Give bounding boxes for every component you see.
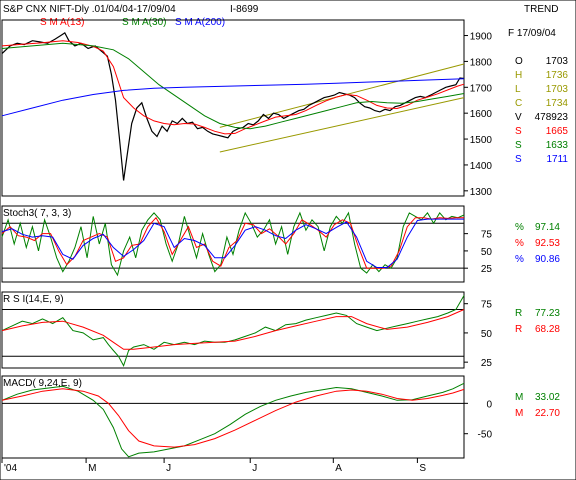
ohlc-label: H xyxy=(515,70,522,81)
rsi-ytick-label: 50 xyxy=(481,329,493,340)
stochastic-reading-value: 97.14 xyxy=(535,222,560,233)
ohlc-label: O xyxy=(515,56,523,67)
ohlc-label: S xyxy=(515,126,522,137)
x-axis-label: M xyxy=(88,463,96,474)
rsi-reading-value: 68.28 xyxy=(535,324,560,335)
legend-entry: S M A(200) xyxy=(175,17,225,28)
stochastic-reading-label: % xyxy=(515,222,524,233)
x-axis-label: A xyxy=(335,463,342,474)
ohlc-label: S xyxy=(515,140,522,151)
x-axis-label: J xyxy=(252,463,257,474)
stochastic-ytick-label: 25 xyxy=(481,264,493,275)
ohlc-value: 1703 xyxy=(546,84,569,95)
ohlc-value: 1703 xyxy=(546,56,569,67)
macd-ytick-label: 0 xyxy=(486,399,492,410)
price-ytick-label: 1300 xyxy=(470,187,493,198)
ohlc-label: V xyxy=(515,112,522,123)
ohlc-value: 1734 xyxy=(546,98,569,109)
date-label: F 17/09/04 xyxy=(508,28,556,39)
stochastic-reading-label: % xyxy=(515,238,524,249)
trading-chart: S&P CNX NIFT-Dly .01/04/04-17/09/04 I-86… xyxy=(0,0,576,480)
rsi-reading-label: R xyxy=(515,308,522,319)
price-ytick-label: 1900 xyxy=(470,32,493,43)
x-axis-label: J xyxy=(166,463,171,474)
macd-ytick-label: -50 xyxy=(478,430,493,441)
rsi-ytick-label: 25 xyxy=(481,358,493,369)
ohlc-label: L xyxy=(515,84,521,95)
stochastic-ytick-label: 50 xyxy=(481,247,493,258)
price-ytick-label: 1600 xyxy=(470,109,493,120)
x-axis-label: '04 xyxy=(4,463,17,474)
macd-reading-value: 22.70 xyxy=(535,408,560,419)
ohlc-value: 1633 xyxy=(546,140,569,151)
trend-label: TREND xyxy=(524,4,558,15)
stochastic-title: Stoch3( 7, 3, 3) xyxy=(3,208,71,219)
macd-title: MACD( 9,24,E, 9) xyxy=(3,378,82,389)
stochastic-ytick-label: 75 xyxy=(481,230,493,241)
stochastic-reading-value: 92.53 xyxy=(535,238,560,249)
ohlc-label: S xyxy=(515,154,522,165)
rsi-title: R S I(14,E, 9) xyxy=(3,294,64,305)
rsi-ytick-label: 75 xyxy=(481,300,493,311)
ohlc-label: C xyxy=(515,98,522,109)
sma-legend: S M A(13) S M A(30) S M A(200) xyxy=(40,17,225,28)
stochastic-reading-value: 90.86 xyxy=(535,254,560,265)
ohlc-value: 1711 xyxy=(546,154,568,165)
legend-entry: S M A(13) xyxy=(40,17,84,28)
price-ytick-label: 1700 xyxy=(470,83,493,94)
chart-title: S&P CNX NIFT-Dly .01/04/04-17/09/04 xyxy=(3,4,176,15)
legend-entry: S M A(30) xyxy=(122,17,166,28)
rsi-reading-value: 77.23 xyxy=(535,308,560,319)
rsi-reading-label: R xyxy=(515,324,522,335)
price-ytick-label: 1500 xyxy=(470,135,493,146)
ohlc-value: 1736 xyxy=(546,70,569,81)
chart-code: I-8699 xyxy=(230,4,259,15)
ohlc-value: 1665 xyxy=(546,126,569,137)
stochastic-reading-label: % xyxy=(515,254,524,265)
price-ytick-label: 1800 xyxy=(470,57,493,68)
x-axis-label: S xyxy=(419,463,426,474)
price-ytick-label: 1400 xyxy=(470,161,493,172)
ohlc-value: 478923 xyxy=(535,112,569,123)
macd-reading-label: M xyxy=(515,408,523,419)
macd-reading-value: 33.02 xyxy=(535,392,560,403)
macd-reading-label: M xyxy=(515,392,523,403)
